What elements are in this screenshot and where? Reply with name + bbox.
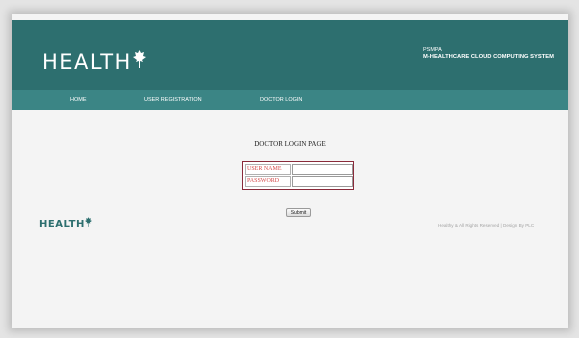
copyright-text: Healthy & All Rights Reserved | Design B… — [438, 223, 535, 228]
system-name: M-HEALTHCARE CLOUD COMPUTING SYSTEM — [423, 54, 554, 60]
password-input[interactable] — [292, 176, 353, 187]
username-input[interactable] — [292, 164, 353, 175]
site-header: HEALTH PSMPA M-HEALTHCARE CLOUD COMPUTIN… — [12, 20, 568, 90]
system-code: PSMPA — [423, 47, 442, 53]
nav-item-user-registration[interactable]: USER REGISTRATION — [144, 90, 202, 110]
nav-item-home[interactable]: HOME — [70, 90, 87, 110]
login-form: USER NAME PASSWORD — [242, 161, 354, 190]
submit-button[interactable]: Submit — [286, 208, 311, 217]
leaf-icon — [132, 50, 146, 68]
main-nav: HOME USER REGISTRATION DOCTOR LOGIN — [12, 90, 568, 110]
footer-logo[interactable]: HEALTH — [39, 217, 92, 230]
footer-logo-text: HEALTH — [39, 219, 85, 230]
password-row: PASSWORD — [245, 176, 353, 187]
password-label: PASSWORD — [245, 176, 291, 187]
leaf-icon — [84, 217, 92, 227]
page-title: DOCTOR LOGIN PAGE — [254, 140, 326, 148]
system-title: PSMPA M-HEALTHCARE CLOUD COMPUTING SYSTE… — [423, 47, 554, 61]
username-label: USER NAME — [245, 164, 291, 175]
logo-text: HEALTH — [42, 50, 132, 74]
username-row: USER NAME — [245, 164, 353, 175]
nav-item-doctor-login[interactable]: DOCTOR LOGIN — [260, 90, 302, 110]
site-logo[interactable]: HEALTH — [42, 50, 146, 74]
browser-page: HEALTH PSMPA M-HEALTHCARE CLOUD COMPUTIN… — [12, 14, 568, 328]
